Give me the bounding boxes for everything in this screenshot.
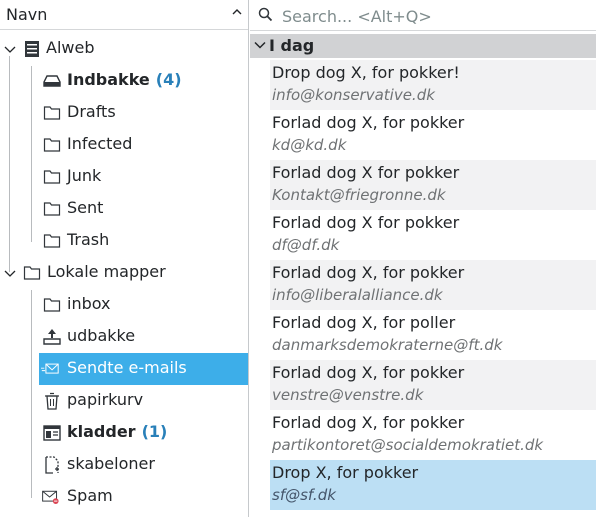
folder-column-header[interactable]: Navn (0, 0, 248, 30)
message-row[interactable]: Forlad dog X, for pokker kd@kd.dk (270, 110, 596, 160)
folder-label: Sendte e-mails (67, 358, 187, 377)
message-row[interactable]: Forlad dog X for pokker Kontakt@friegron… (270, 160, 596, 210)
folder-label: Spam (67, 486, 113, 505)
group-label: I dag (269, 36, 315, 55)
folder-sent[interactable]: Sent (39, 193, 248, 225)
message-sender: venstre@venstre.dk (272, 386, 424, 404)
chevron-down-icon[interactable] (254, 39, 266, 51)
message-row[interactable]: Drop dog X, for pokker! info@konservativ… (270, 60, 596, 110)
message-subject: Forlad dog X, for pokker (272, 263, 465, 282)
outbox-icon (43, 329, 61, 345)
folder-spam[interactable]: Spam (39, 481, 248, 513)
trash-can-icon (45, 392, 59, 410)
folder-inbox[interactable]: inbox (39, 289, 248, 321)
folder-junk[interactable]: Junk (39, 161, 248, 193)
message-sender: sf@sf.dk (272, 486, 336, 504)
unread-count: (1) (141, 422, 168, 441)
folder-label: Drafts (67, 102, 116, 121)
inbox-icon (43, 75, 61, 87)
folder-label: papirkurv (67, 390, 144, 409)
folder-label: inbox (67, 294, 111, 313)
account-lokale-mapper[interactable]: Lokale mapper (0, 257, 248, 289)
date-group-header[interactable]: I dag (250, 34, 596, 58)
message-row-selected[interactable]: Drop X, for pokker sf@sf.dk (270, 460, 596, 510)
message-sender: df@df.dk (272, 236, 340, 254)
folder-icon (43, 298, 61, 312)
message-subject: Drop dog X, for pokker! (272, 63, 460, 82)
folder-label: Indbakke (67, 70, 150, 89)
search-input[interactable] (280, 2, 584, 30)
folder-indbakke[interactable]: Indbakke (4) (39, 65, 248, 97)
folder-drafts[interactable]: Drafts (39, 97, 248, 129)
message-row[interactable]: Forlad dog X for pokker df@df.dk (270, 210, 596, 260)
folder-udbakke[interactable]: udbakke (39, 321, 248, 353)
folder-icon (43, 234, 61, 248)
message-row[interactable]: Forlad dog X, for pokker venstre@venstre… (270, 360, 596, 410)
message-row[interactable]: Forlad dog X, for pokker info@liberalall… (270, 260, 596, 310)
folder-icon (43, 138, 61, 152)
folder-label: udbakke (67, 326, 136, 345)
spam-icon (42, 490, 59, 504)
message-sender: info@liberalalliance.dk (272, 286, 443, 304)
sort-ascending-icon[interactable] (231, 6, 243, 18)
folder-label: Junk (67, 166, 102, 185)
folder-pane: Navn Alweb Indbakke (4) Drafts Infected J… (0, 0, 249, 517)
folder-label: skabeloner (67, 454, 155, 473)
chevron-down-icon[interactable] (4, 267, 16, 279)
account-label: Alweb (46, 38, 95, 57)
message-subject: Forlad dog X, for pokker (272, 413, 465, 432)
message-sender: kd@kd.dk (272, 136, 347, 154)
folder-infected[interactable]: Infected (39, 129, 248, 161)
folder-label: kladder (67, 422, 136, 441)
message-subject: Forlad dog X for pokker (272, 163, 460, 182)
folder-label: Infected (67, 134, 133, 153)
search-icon (258, 7, 273, 22)
folder-label: Sent (67, 198, 104, 217)
message-row[interactable]: Forlad dog X, for pokker partikontoret@s… (270, 410, 596, 460)
account-label: Lokale mapper (47, 262, 166, 281)
message-subject: Forlad dog X for pokker (272, 213, 460, 232)
message-row[interactable]: Forlad dog X, for poller danmarksdemokra… (270, 310, 596, 360)
folder-trash[interactable]: Trash (39, 225, 248, 257)
server-icon (25, 41, 39, 57)
unread-count: (4) (155, 70, 182, 89)
message-subject: Forlad dog X, for pokker (272, 363, 465, 382)
message-subject: Drop X, for pokker (272, 463, 419, 482)
message-subject: Forlad dog X, for poller (272, 313, 456, 332)
message-subject: Forlad dog X, for pokker (272, 113, 465, 132)
drafts-icon (43, 425, 61, 441)
folder-label: Trash (67, 230, 110, 249)
template-icon (45, 456, 59, 474)
folder-icon (23, 266, 41, 280)
chevron-down-icon[interactable] (4, 43, 16, 55)
account-alweb[interactable]: Alweb (0, 33, 248, 65)
message-list-pane: I dag Drop dog X, for pokker! info@konse… (250, 0, 596, 517)
folder-skabeloner[interactable]: skabeloner (39, 449, 248, 481)
quick-search-bar[interactable] (250, 0, 596, 31)
message-sender: partikontoret@socialdemokratiet.dk (272, 436, 544, 454)
message-sender: info@konservative.dk (272, 86, 435, 104)
folder-kladder[interactable]: kladder (1) (39, 417, 248, 449)
folder-icon (43, 170, 61, 184)
sent-mail-icon (41, 363, 59, 374)
column-header-label: Navn (6, 5, 48, 24)
message-sender: Kontakt@friegronne.dk (272, 186, 446, 204)
folder-papirkurv[interactable]: papirkurv (39, 385, 248, 417)
folder-icon (43, 106, 61, 120)
folder-sendte-e-mails[interactable]: Sendte e-mails (39, 353, 248, 385)
folder-icon (43, 202, 61, 216)
message-sender: danmarksdemokraterne@ft.dk (272, 336, 503, 354)
